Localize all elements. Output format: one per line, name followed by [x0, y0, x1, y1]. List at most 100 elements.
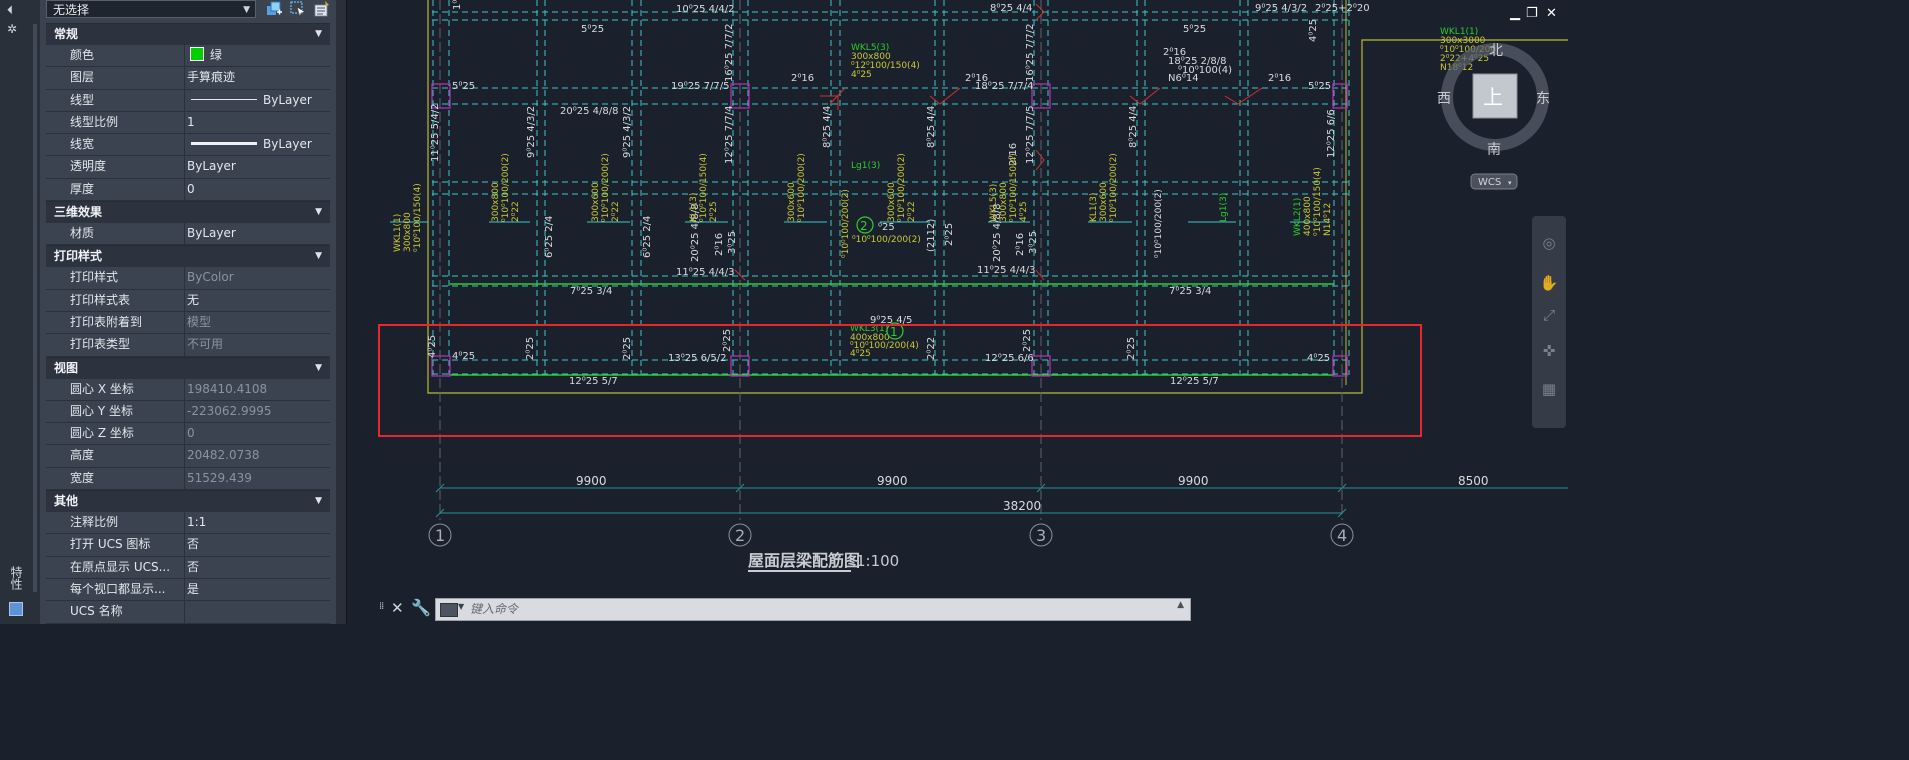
panel-scrollbar[interactable] — [30, 0, 40, 624]
prop-row-ucs-per-viewport[interactable]: 每个视口都显示... 是 — [46, 578, 330, 602]
prop-row-center-z[interactable]: 圆心 Z 坐标 0 — [46, 423, 330, 446]
prop-key: 注释比例 — [46, 512, 184, 534]
prop-value[interactable]: 1 — [184, 111, 330, 134]
prop-row-plot-style-table[interactable]: 打印样式表无 — [46, 289, 330, 312]
prop-value[interactable]: 手算痕迹 — [184, 67, 330, 89]
quick-select-icon[interactable] — [313, 0, 331, 18]
prop-key: 材质 — [46, 223, 184, 245]
prop-row-linetype-scale[interactable]: 线型比例 1 — [46, 111, 330, 135]
wrench-icon[interactable]: 🔧 — [411, 598, 431, 617]
select-objects-icon[interactable] — [289, 0, 307, 18]
prop-row-center-x[interactable]: 圆心 X 坐标 198410.4108 — [46, 378, 330, 401]
prop-value[interactable]: 是 — [184, 578, 330, 601]
prop-value-lineweight[interactable]: ByLayer — [184, 134, 330, 156]
prop-key: 圆心 Z 坐标 — [46, 423, 184, 445]
prop-row-plot-table-attached[interactable]: 打印表附着到 模型 — [46, 311, 330, 335]
prop-row-color[interactable]: 颜色 绿 — [46, 45, 330, 68]
beam-label: 2⁰22 — [511, 201, 521, 222]
group-general[interactable]: 常规 ▼ — [46, 23, 330, 45]
settings-icon[interactable]: ✲ — [7, 22, 17, 36]
grip-handle-icon[interactable]: ⁞⁞ — [379, 601, 384, 612]
close-icon[interactable]: ✕ — [1546, 6, 1557, 21]
chevron-up-icon[interactable]: ▲ — [1177, 600, 1184, 610]
prop-value[interactable] — [184, 601, 330, 623]
selection-dropdown[interactable]: 无选择 ▼ — [46, 0, 256, 18]
prop-key: 打印样式表 — [46, 289, 184, 311]
prop-row-center-y[interactable]: 圆心 Y 坐标 -223062.9995 — [46, 400, 330, 424]
prop-key: 打印表类型 — [46, 334, 184, 356]
prop-value[interactable]: ByLayer — [184, 156, 330, 178]
prop-value[interactable]: 0 — [184, 178, 330, 201]
collapse-icon[interactable]: ⏴ — [7, 3, 13, 17]
prop-row-material[interactable]: 材质 ByLayer — [46, 223, 330, 246]
prop-value[interactable]: 无 — [184, 289, 330, 311]
command-input[interactable]: ▼ 键入命令 ▲ — [435, 598, 1191, 621]
prop-value[interactable]: 否 — [184, 556, 330, 578]
beam-label: 300x800 — [403, 212, 413, 252]
prop-row-layer[interactable]: 图层 手算痕迹 — [46, 67, 330, 90]
prop-key: 图层 — [46, 67, 184, 89]
group-title: 打印样式 — [54, 249, 103, 264]
drawing-canvas[interactable]: 10⁰25 4/4/2 5⁰25 8⁰25 4/4 9⁰25 4/3/2 2⁰2… — [347, 0, 1568, 596]
prop-value[interactable]: 否 — [184, 534, 330, 556]
prop-value-linetype[interactable]: ByLayer — [184, 89, 330, 111]
chevron-down-icon: ▾ — [1508, 179, 1512, 187]
total-dimension: 38200 — [1003, 499, 1041, 513]
beam-label: 300x600 — [591, 182, 601, 222]
compass-west: 西 — [1437, 91, 1451, 107]
showmotion-icon[interactable]: ▦ — [1538, 378, 1560, 400]
prop-key: 高度 — [46, 445, 184, 467]
pan-icon[interactable]: ✋ — [1538, 272, 1560, 294]
steering-wheel-icon[interactable]: ◎ — [1538, 232, 1560, 254]
prop-value: 198410.4108 — [184, 378, 330, 400]
prop-value[interactable]: ByLayer — [184, 223, 330, 245]
toggle-pickadd-icon[interactable] — [265, 0, 283, 18]
command-history-icon[interactable] — [440, 603, 458, 617]
prop-row-lineweight[interactable]: 线宽 ByLayer — [46, 134, 330, 157]
note-text: 7⁰25 3/4 — [570, 286, 612, 297]
prop-row-linetype[interactable]: 线型 ByLayer — [46, 89, 330, 112]
group-3d-effects[interactable]: 三维效果 ▼ — [46, 201, 330, 224]
note-text: 19⁰25 7/7/5 — [671, 81, 729, 92]
prop-row-plot-style[interactable]: 打印样式 ByColor — [46, 267, 330, 290]
beam-label: KL1(3) — [689, 193, 699, 222]
group-misc[interactable]: 其他 ▼ — [46, 490, 330, 513]
viewcube[interactable]: 上 北 南 东 西 WCS ▾ — [1437, 43, 1550, 190]
note-text: (2112) — [926, 219, 937, 252]
prop-row-width[interactable]: 宽度 51529.439 — [46, 467, 330, 491]
prop-row-ucs-at-origin[interactable]: 在原点显示 UCS... 否 — [46, 556, 330, 579]
note-text: 5⁰25 — [581, 24, 604, 35]
close-icon[interactable]: ✕ — [391, 599, 404, 617]
group-view[interactable]: 视图 ▼ — [46, 356, 330, 379]
note-text: 8⁰25 4/4 — [990, 3, 1032, 14]
beam-label: 4⁰25 — [850, 349, 871, 359]
note-text: 11⁰25 5/4/2 — [430, 104, 441, 162]
minimize-icon[interactable]: ▁ — [1510, 6, 1520, 21]
cad-drawing[interactable]: 10⁰25 4/4/2 5⁰25 8⁰25 4/4 9⁰25 4/3/2 2⁰2… — [347, 0, 1568, 596]
prop-row-ucs-icon-on[interactable]: 打开 UCS 图标否 — [46, 534, 330, 557]
note-text: 8⁰25 4/4 — [822, 106, 833, 148]
restore-icon[interactable]: ❐ — [1526, 6, 1538, 21]
palette-title: 特性 — [9, 566, 23, 590]
prop-row-height[interactable]: 高度 20482.0738 — [46, 445, 330, 468]
prop-row-ucs-name[interactable]: UCS 名称 — [46, 601, 330, 624]
dimension-lines — [435, 483, 1568, 518]
prop-row-transparency[interactable]: 透明度 ByLayer — [46, 156, 330, 179]
beam-label: ⁰10⁰100/200(2) — [1109, 153, 1119, 222]
group-plot-style[interactable]: 打印样式 ▼ — [46, 245, 330, 268]
properties-save-icon[interactable] — [9, 602, 23, 616]
panel-splitter[interactable] — [336, 0, 347, 624]
prop-row-thickness[interactable]: 厚度 0 — [46, 178, 330, 202]
prop-value-color[interactable]: 绿 — [184, 45, 330, 67]
axis-label: 4 — [1337, 526, 1347, 545]
prop-row-annotation-scale[interactable]: 注释比例 1:1 — [46, 512, 330, 535]
orbit-icon[interactable]: ✜ — [1538, 340, 1560, 362]
zoom-extents-icon[interactable]: ⤢ — [1538, 304, 1560, 326]
prop-key: 圆心 X 坐标 — [46, 378, 184, 400]
lineweight-preview — [191, 142, 257, 146]
prop-value[interactable]: 1:1 — [184, 512, 330, 534]
prop-value: ByLayer — [263, 92, 312, 107]
prop-row-plot-table-type[interactable]: 打印表类型 不可用 — [46, 334, 330, 357]
scroll-thumb[interactable] — [33, 24, 37, 592]
chevron-down-icon: ▼ — [243, 5, 250, 15]
